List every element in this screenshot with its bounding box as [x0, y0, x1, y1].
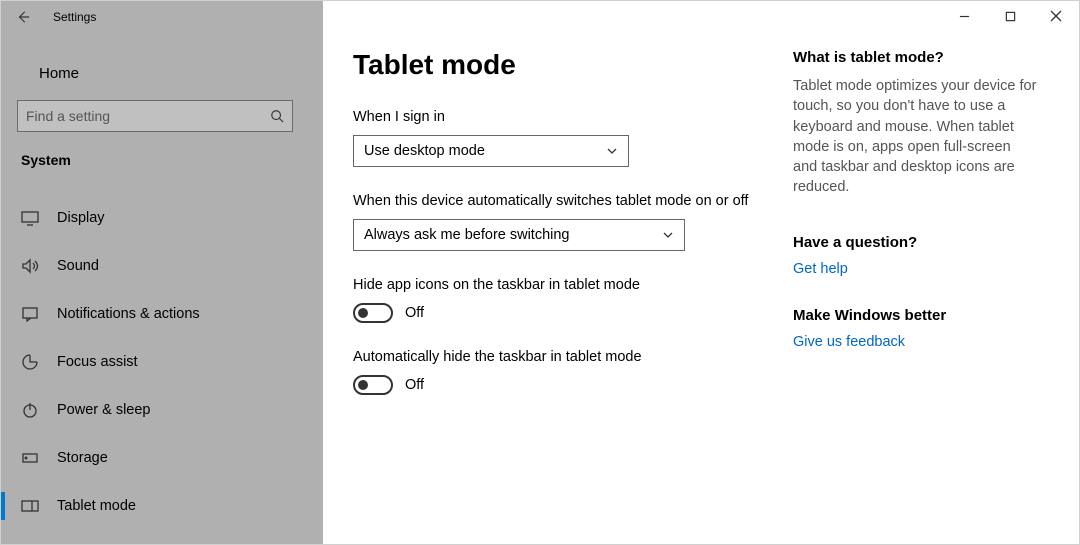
signin-dropdown[interactable]: Use desktop mode: [353, 135, 629, 167]
close-button[interactable]: [1033, 1, 1079, 31]
notifications-icon: [21, 305, 39, 323]
switch-label: When this device automatically switches …: [353, 193, 763, 209]
aside-better: Make Windows better Give us feedback: [793, 307, 1038, 350]
minimize-button[interactable]: [941, 1, 987, 31]
sidebar-item-sound[interactable]: Sound: [1, 242, 323, 290]
signin-value: Use desktop mode: [364, 143, 485, 159]
chevron-down-icon: [662, 229, 674, 241]
signin-setting: When I sign in Use desktop mode: [353, 109, 763, 167]
content-area: Tablet mode When I sign in Use desktop m…: [323, 1, 1079, 544]
hide-taskbar-setting: Automatically hide the taskbar in tablet…: [353, 349, 763, 395]
get-help-link[interactable]: Get help: [793, 261, 1038, 277]
hide-icons-setting: Hide app icons on the taskbar in tablet …: [353, 277, 763, 323]
nav-label: Storage: [57, 450, 108, 466]
sidebar-item-focus-assist[interactable]: Focus assist: [1, 338, 323, 386]
sound-icon: [21, 257, 39, 275]
hide-icons-label: Hide app icons on the taskbar in tablet …: [353, 277, 763, 293]
close-icon: [1050, 10, 1062, 22]
nav-label: Focus assist: [57, 354, 138, 370]
switch-dropdown[interactable]: Always ask me before switching: [353, 219, 685, 251]
nav-label: Sound: [57, 258, 99, 274]
display-icon: [21, 209, 39, 227]
aside-question: Have a question? Get help: [793, 234, 1038, 277]
power-icon: [21, 401, 39, 419]
main-panel: Tablet mode When I sign in Use desktop m…: [323, 1, 793, 544]
hide-taskbar-toggle[interactable]: [353, 375, 393, 395]
search-input[interactable]: [17, 100, 293, 132]
nav-label: Tablet mode: [57, 498, 136, 514]
search-field[interactable]: [26, 108, 270, 124]
sidebar-item-notifications[interactable]: Notifications & actions: [1, 290, 323, 338]
minimize-icon: [959, 11, 970, 22]
nav-label: Display: [57, 210, 105, 226]
nav-label: Notifications & actions: [57, 306, 200, 322]
focus-assist-icon: [21, 353, 39, 371]
aside-what: What is tablet mode? Tablet mode optimiz…: [793, 49, 1038, 198]
maximize-icon: [1005, 11, 1016, 22]
hide-icons-state: Off: [405, 305, 424, 321]
chevron-down-icon: [606, 145, 618, 157]
sidebar-item-power-sleep[interactable]: Power & sleep: [1, 386, 323, 434]
switch-value: Always ask me before switching: [364, 227, 570, 243]
sidebar: Settings Home System Display Sound: [1, 1, 323, 544]
window-controls: [941, 1, 1079, 31]
tablet-mode-icon: [21, 497, 39, 515]
titlebar: Settings: [1, 1, 323, 33]
home-label: Home: [39, 65, 79, 82]
sidebar-category: System: [1, 148, 323, 174]
signin-label: When I sign in: [353, 109, 763, 125]
search-icon: [270, 109, 284, 123]
settings-window: Settings Home System Display Sound: [0, 0, 1080, 545]
hide-taskbar-label: Automatically hide the taskbar in tablet…: [353, 349, 763, 365]
better-heading: Make Windows better: [793, 307, 1038, 324]
question-heading: Have a question?: [793, 234, 1038, 251]
sidebar-home[interactable]: Home: [1, 55, 323, 92]
sidebar-item-display[interactable]: Display: [1, 194, 323, 242]
what-text: Tablet mode optimizes your device for to…: [793, 76, 1038, 198]
page-title: Tablet mode: [353, 49, 763, 81]
maximize-button[interactable]: [987, 1, 1033, 31]
hide-taskbar-state: Off: [405, 377, 424, 393]
nav-label: Power & sleep: [57, 402, 151, 418]
back-arrow-icon: [16, 10, 30, 24]
hide-icons-toggle[interactable]: [353, 303, 393, 323]
storage-icon: [21, 449, 39, 467]
switch-setting: When this device automatically switches …: [353, 193, 763, 251]
sidebar-item-tablet-mode[interactable]: Tablet mode: [1, 482, 323, 530]
search-wrap: [17, 100, 307, 132]
app-title: Settings: [45, 10, 96, 24]
back-button[interactable]: [1, 1, 45, 33]
aside-panel: What is tablet mode? Tablet mode optimiz…: [793, 1, 1058, 544]
sidebar-item-storage[interactable]: Storage: [1, 434, 323, 482]
nav-list: Display Sound Notifications & actions Fo…: [1, 194, 323, 530]
feedback-link[interactable]: Give us feedback: [793, 334, 1038, 350]
what-heading: What is tablet mode?: [793, 49, 1038, 66]
